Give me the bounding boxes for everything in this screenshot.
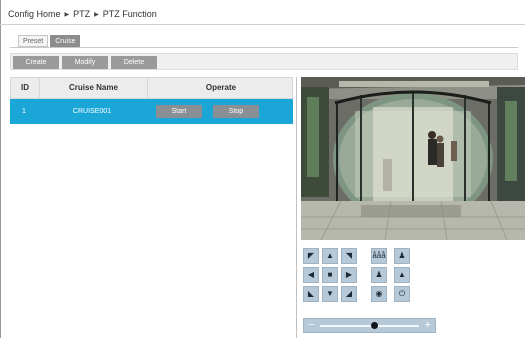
focus-near-button[interactable]: ♟: [371, 267, 387, 283]
tab-cruise[interactable]: Cruise: [50, 35, 81, 47]
arrow-up-right-icon: ◥: [345, 251, 353, 260]
iris-button[interactable]: ◉: [371, 286, 387, 302]
breadcrumb-separator-icon: ▶: [64, 12, 70, 18]
person-icon: ♟: [375, 270, 383, 279]
arrow-down-left-icon: ◣: [307, 289, 315, 298]
column-header-id: ID: [21, 83, 29, 92]
toolbar: Create Modify Delete: [10, 53, 518, 70]
pan-up-left-button[interactable]: ◤: [303, 248, 319, 264]
arrow-right-icon: ▶: [345, 270, 353, 279]
table-header: ID Cruise Name Operate: [10, 77, 293, 99]
pan-down-right-button[interactable]: ◢: [341, 286, 357, 302]
tab-preset[interactable]: Preset: [18, 35, 49, 47]
zoom-tele-button[interactable]: ♟: [394, 248, 410, 264]
breadcrumb-current: PTZ Function: [102, 9, 157, 19]
column-header-name: Cruise Name: [39, 78, 147, 98]
zoom-in-person-icon: ♟: [398, 251, 406, 260]
tab-bar: Preset Cruise: [18, 35, 82, 47]
stop-icon: ■: [327, 270, 333, 279]
create-button[interactable]: Create: [13, 56, 59, 69]
breadcrumb-section[interactable]: PTZ: [73, 9, 90, 19]
zoom-slider[interactable]: − +: [303, 318, 436, 333]
zoom-slider-track[interactable]: [320, 325, 419, 327]
zoom-slider-knob[interactable]: [371, 322, 378, 329]
pan-down-left-button[interactable]: ◣: [303, 286, 319, 302]
pan-right-button[interactable]: ▶: [341, 267, 357, 283]
mountain-icon: ▲: [398, 270, 406, 279]
header-divider: [0, 24, 525, 25]
zoom-wide-button[interactable]: ååå: [371, 248, 387, 264]
panel-divider: [296, 77, 297, 338]
zoom-minus-icon[interactable]: −: [308, 319, 314, 332]
arrow-left-icon: ◀: [307, 270, 315, 279]
focus-far-button[interactable]: ▲: [394, 267, 410, 283]
delete-button[interactable]: Delete: [111, 56, 157, 69]
column-header-operate: Operate: [147, 78, 294, 98]
cruise-table: ID Cruise Name Operate 1 CRUISE001 Start…: [10, 77, 293, 124]
arrow-up-left-icon: ◤: [307, 251, 315, 260]
breadcrumb: Config Home ▶ PTZ ▶ PTZ Function: [8, 9, 157, 19]
focus-icon: ◉: [375, 289, 383, 298]
row-cruise-name: CRUISE001: [72, 108, 112, 115]
breadcrumb-separator-icon: ▶: [94, 12, 99, 18]
modify-button[interactable]: Modify: [62, 56, 108, 69]
tab-divider: [10, 47, 518, 48]
pan-up-right-button[interactable]: ◥: [341, 248, 357, 264]
pan-down-button[interactable]: ▼: [322, 286, 338, 302]
start-button[interactable]: Start: [156, 105, 202, 118]
breadcrumb-home[interactable]: Config Home: [8, 9, 61, 19]
zoom-plus-icon[interactable]: +: [425, 319, 431, 332]
power-icon: ⏻: [398, 289, 406, 298]
camera-feed-image: [301, 77, 525, 240]
row-id: 1: [22, 108, 26, 115]
power-button[interactable]: ⏻: [394, 286, 410, 302]
table-row[interactable]: 1 CRUISE001 Start Stop: [10, 99, 293, 124]
pan-stop-button[interactable]: ■: [322, 267, 338, 283]
arrow-up-icon: ▲: [326, 251, 334, 260]
live-video-view[interactable]: [301, 77, 525, 240]
pan-left-button[interactable]: ◀: [303, 267, 319, 283]
people-icon: ååå: [372, 251, 386, 260]
pan-up-button[interactable]: ▲: [322, 248, 338, 264]
arrow-down-icon: ▼: [326, 289, 334, 298]
arrow-down-right-icon: ◢: [345, 289, 353, 298]
stop-button[interactable]: Stop: [213, 105, 259, 118]
